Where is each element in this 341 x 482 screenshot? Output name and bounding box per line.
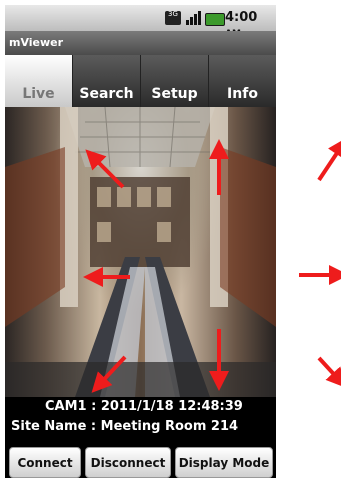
arrow-up-right-icon (317, 137, 341, 182)
signal-icon (186, 11, 201, 25)
tab-bar: Live Search Setup Info (5, 55, 276, 107)
button-row: Connect Disconnect Display Mode (5, 445, 276, 478)
3g-icon: 3G (165, 11, 181, 25)
phone-screen: 3G 4:00 AM mViewer Live Search Setup Inf… (5, 5, 276, 478)
connect-button[interactable]: Connect (9, 447, 81, 478)
camera-timestamp: CAM1 : 2011/1/18 12:48:39 (45, 399, 243, 414)
display-mode-button[interactable]: Display Mode (175, 447, 273, 478)
tab-search[interactable]: Search (73, 55, 141, 107)
ptz-arrows (299, 137, 341, 388)
camera-info: CAM1 : 2011/1/18 12:48:39 Site Name : Me… (5, 397, 276, 439)
app-title: mViewer (5, 31, 276, 55)
arrow-down-right-icon (317, 356, 341, 388)
tab-setup[interactable]: Setup (141, 55, 209, 107)
site-name: Site Name : Meeting Room 214 (11, 419, 239, 434)
tab-info[interactable]: Info (209, 55, 276, 107)
disconnect-button[interactable]: Disconnect (85, 447, 171, 478)
battery-icon (205, 13, 225, 26)
status-bar: 3G 4:00 AM (5, 5, 276, 39)
camera-scene (5, 107, 276, 397)
tab-live[interactable]: Live (5, 55, 73, 107)
camera-view[interactable] (5, 107, 276, 397)
